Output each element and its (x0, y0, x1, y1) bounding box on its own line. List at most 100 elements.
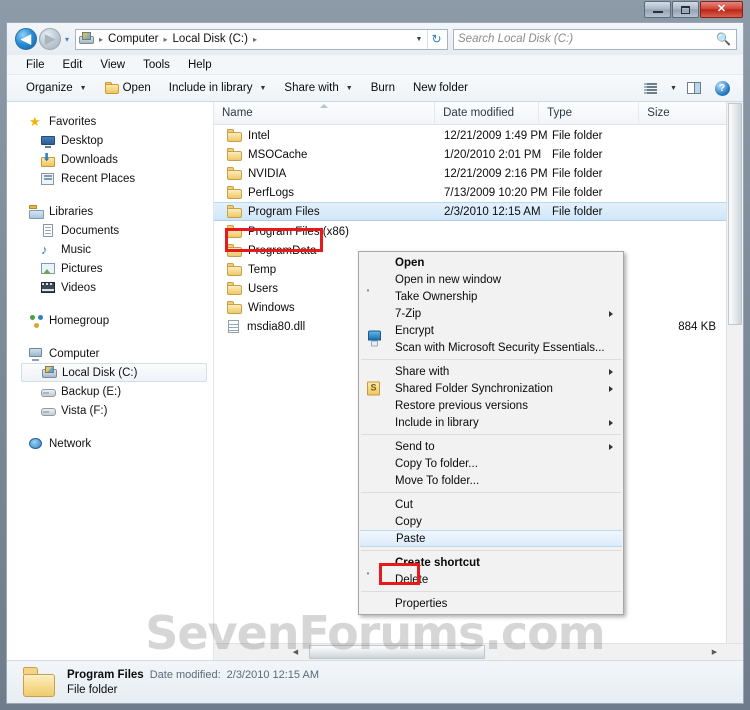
context-menu-item-share-with[interactable]: Share with (359, 363, 623, 380)
sidebar-item-favorites[interactable]: ★ Favorites (7, 112, 213, 131)
column-header-type[interactable]: Type (539, 102, 640, 125)
context-menu-item-create-shortcut[interactable]: Create shortcut (359, 554, 623, 571)
breadcrumb-local-disk[interactable]: Local Disk (C:) (171, 33, 250, 45)
table-row[interactable]: Intel 12/21/2009 1:49 PM File folder (214, 126, 726, 145)
sidebar-item-music[interactable]: ♪ Music (7, 240, 213, 259)
folder-icon (227, 244, 242, 257)
context-menu-item-copy[interactable]: Copy (359, 513, 623, 530)
address-bar[interactable]: ▸ Computer ▸ Local Disk (C:) ▸ ▼ ↻ (75, 28, 448, 50)
file-name: MSOCache (248, 148, 308, 161)
minimize-button[interactable] (644, 1, 671, 18)
scroll-left-arrow-icon[interactable]: ◀ (287, 644, 304, 660)
menu-item-label: Properties (395, 597, 448, 610)
back-button[interactable]: ◀ (15, 28, 37, 50)
title-bar[interactable]: ✕ (0, 0, 750, 22)
column-header-date-modified[interactable]: Date modified (435, 102, 540, 125)
sidebar-item-pictures[interactable]: Pictures (7, 259, 213, 278)
sidebar-label: Recent Places (61, 172, 136, 185)
command-bar-right: ▼ ? (637, 77, 743, 100)
context-menu-item-copy-to-folder[interactable]: Copy To folder... (359, 455, 623, 472)
context-menu-item-send-to[interactable]: Send to (359, 438, 623, 455)
sidebar-item-videos[interactable]: Videos (7, 278, 213, 297)
forward-button[interactable]: ▶ (39, 28, 61, 50)
close-button[interactable]: ✕ (700, 1, 743, 18)
type-cell: File folder (552, 205, 603, 218)
preview-pane-button[interactable] (681, 77, 707, 100)
column-header-name[interactable]: Name (214, 102, 436, 125)
sidebar-item-backup-e[interactable]: Backup (E:) (7, 382, 213, 401)
menu-help[interactable]: Help (179, 55, 221, 75)
context-menu-item-scan-with-mse[interactable]: Scan with Microsoft Security Essentials.… (359, 330, 623, 356)
search-box[interactable]: Search Local Disk (C:) 🔍 (453, 28, 737, 50)
table-row-selected[interactable]: Program Files 2/3/2010 12:15 AM File fol… (214, 202, 726, 221)
context-menu[interactable]: Open Open in new window Take Ownership 7… (358, 251, 624, 615)
context-menu-item-paste[interactable]: Paste (360, 530, 622, 547)
address-dropdown-button[interactable]: ▼ (411, 30, 427, 49)
navigation-pane[interactable]: ★ Favorites Desktop ⬇ Downloads Recent P… (7, 102, 214, 660)
menu-separator (361, 434, 621, 435)
context-menu-item-restore-previous-versions[interactable]: Restore previous versions (359, 397, 623, 414)
sidebar-item-libraries[interactable]: Libraries (7, 202, 213, 221)
horizontal-scrollbar[interactable]: ◀ ▶ (214, 643, 743, 660)
sidebar-item-computer[interactable]: Computer (7, 344, 213, 363)
context-menu-item-7-zip[interactable]: 7-Zip (359, 305, 623, 322)
computer-icon (29, 347, 44, 361)
breadcrumb-computer[interactable]: Computer (106, 33, 161, 45)
table-row[interactable]: MSOCache 1/20/2010 2:01 PM File folder (214, 145, 726, 164)
sidebar-item-downloads[interactable]: ⬇ Downloads (7, 150, 213, 169)
breadcrumb-separator[interactable]: ▸ (161, 35, 171, 44)
table-row[interactable]: NVIDIA 12/21/2009 2:16 PM File folder (214, 164, 726, 183)
context-menu-item-cut[interactable]: Cut (359, 496, 623, 513)
file-name: Intel (248, 129, 270, 142)
sidebar-item-documents[interactable]: Documents (7, 221, 213, 240)
menu-item-label: Create shortcut (395, 556, 480, 569)
sidebar-item-local-disk-c[interactable]: Local Disk (C:) (21, 363, 207, 382)
homegroup-icon (29, 314, 44, 328)
horizontal-scrollbar-thumb[interactable] (309, 645, 485, 659)
recent-pages-dropdown[interactable]: ▾ (61, 35, 73, 44)
change-view-dropdown[interactable]: ▼ (665, 77, 679, 100)
recent-places-icon (41, 172, 56, 186)
context-menu-item-shared-folder-sync[interactable]: S Shared Folder Synchronization (359, 380, 623, 397)
context-menu-item-encrypt[interactable]: Encrypt (359, 322, 623, 339)
menu-edit[interactable]: Edit (54, 55, 92, 75)
vertical-scrollbar[interactable] (726, 102, 743, 660)
context-menu-item-delete[interactable]: Delete (359, 571, 623, 588)
table-row[interactable]: Program Files (x86) (214, 222, 726, 241)
open-button[interactable]: Open (96, 77, 160, 100)
refresh-button[interactable]: ↻ (427, 29, 445, 49)
sidebar-item-homegroup[interactable]: Homegroup (7, 311, 213, 330)
table-row[interactable]: PerfLogs 7/13/2009 10:20 PM File folder (214, 183, 726, 202)
include-in-library-button[interactable]: Include in library ▼ (160, 77, 276, 100)
context-menu-item-take-ownership[interactable]: Take Ownership (359, 288, 623, 305)
search-input[interactable]: Search Local Disk (C:) (458, 33, 573, 45)
context-menu-item-include-in-library[interactable]: Include in library (359, 414, 623, 431)
vertical-scrollbar-thumb[interactable] (728, 103, 742, 325)
maximize-button[interactable] (672, 1, 699, 18)
context-menu-item-move-to-folder[interactable]: Move To folder... (359, 472, 623, 489)
chevron-down-icon: ▼ (670, 84, 677, 92)
new-folder-button[interactable]: New folder (404, 77, 477, 100)
column-header-size[interactable]: Size (639, 102, 726, 125)
menu-item-label: Share with (395, 365, 450, 378)
menu-file[interactable]: File (17, 55, 54, 75)
help-button[interactable]: ? (709, 77, 735, 100)
menu-tools[interactable]: Tools (134, 55, 179, 75)
context-menu-item-properties[interactable]: Properties (359, 595, 623, 612)
sidebar-item-recent-places[interactable]: Recent Places (7, 169, 213, 188)
organize-button[interactable]: Organize ▼ (17, 77, 96, 100)
sidebar-item-desktop[interactable]: Desktop (7, 131, 213, 150)
breadcrumb-separator[interactable]: ▸ (250, 35, 260, 44)
burn-button[interactable]: Burn (362, 77, 404, 100)
menu-item-label: Send to (395, 440, 435, 453)
documents-icon (41, 223, 56, 238)
change-view-button[interactable] (637, 77, 663, 100)
menu-view[interactable]: View (91, 55, 134, 75)
scroll-right-arrow-icon[interactable]: ▶ (706, 644, 723, 660)
context-menu-item-open[interactable]: Open (359, 254, 623, 271)
context-menu-item-open-in-new-window[interactable]: Open in new window (359, 271, 623, 288)
sidebar-item-network[interactable]: Network (7, 434, 213, 453)
share-with-button[interactable]: Share with ▼ (275, 77, 361, 100)
sidebar-item-vista-f[interactable]: Vista (F:) (7, 401, 213, 420)
